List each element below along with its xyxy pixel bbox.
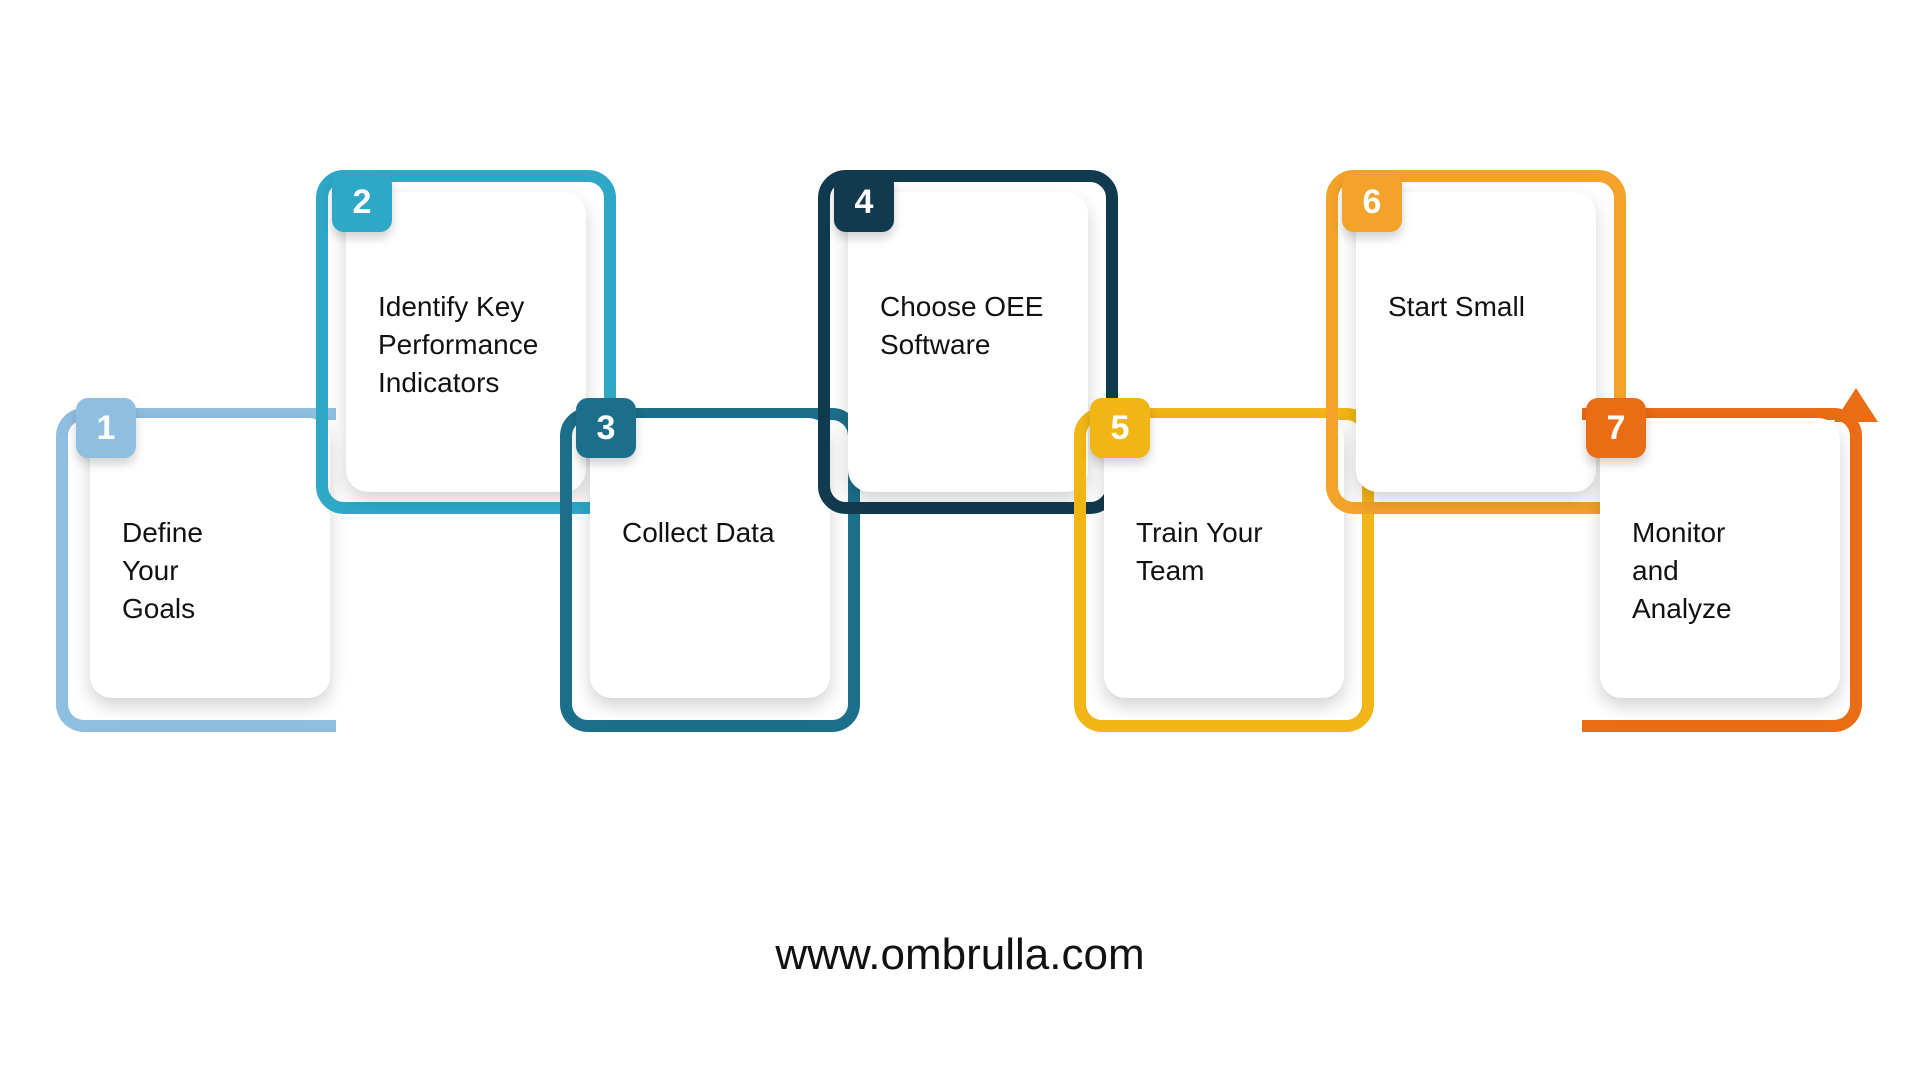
step-num-2: 2 — [353, 183, 372, 222]
step-title-4: Choose OEE Software — [880, 288, 1056, 364]
step-num-7: 7 — [1607, 409, 1626, 448]
step-title-6: Start Small — [1388, 288, 1564, 326]
step-card-7: 7 Monitor and Analyze — [1600, 418, 1840, 698]
step-title-5: Train Your Team — [1136, 514, 1312, 590]
step-card-1: 1 Define Your Goals — [90, 418, 330, 698]
step-badge-6: 6 — [1342, 172, 1402, 232]
step-card-2: 2 Identify Key Performance Indicators — [346, 192, 586, 492]
step-card-6: 6 Start Small — [1356, 192, 1596, 492]
step-num-5: 5 — [1111, 409, 1130, 448]
step-card-3: 3 Collect Data — [590, 418, 830, 698]
footer-url: www.ombrulla.com — [0, 930, 1920, 980]
diagram-stage: 1 Define Your Goals 2 Identify Key Perfo… — [0, 0, 1920, 1080]
step-title-7: Monitor and Analyze — [1632, 514, 1808, 627]
step-num-1: 1 — [97, 409, 116, 448]
step-num-3: 3 — [597, 409, 616, 448]
step-title-1: Define Your Goals — [122, 514, 298, 627]
step-badge-2: 2 — [332, 172, 392, 232]
step-badge-1: 1 — [76, 398, 136, 458]
arrow-up-icon — [1834, 388, 1878, 422]
step-title-3: Collect Data — [622, 514, 798, 552]
step-badge-7: 7 — [1586, 398, 1646, 458]
step-num-4: 4 — [855, 183, 874, 222]
step-title-2: Identify Key Performance Indicators — [378, 288, 554, 401]
step-badge-3: 3 — [576, 398, 636, 458]
step-badge-5: 5 — [1090, 398, 1150, 458]
step-card-4: 4 Choose OEE Software — [848, 192, 1088, 492]
step-badge-4: 4 — [834, 172, 894, 232]
step-num-6: 6 — [1363, 183, 1382, 222]
step-card-5: 5 Train Your Team — [1104, 418, 1344, 698]
